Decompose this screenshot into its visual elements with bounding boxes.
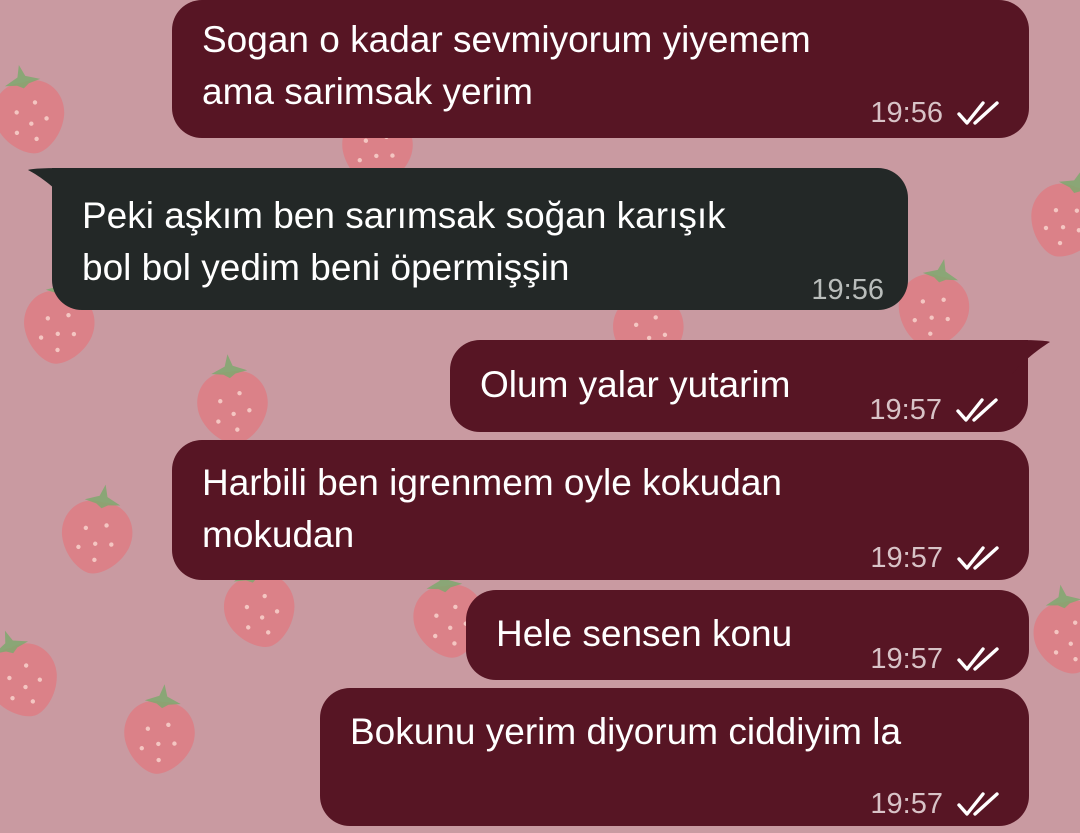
double-check-icon <box>957 792 999 816</box>
message-time: 19:57 <box>870 542 943 574</box>
double-check-icon <box>956 398 998 422</box>
message-text-line: Sogan o kadar sevmiyorum yiyemem <box>202 19 811 60</box>
strawberry-icon <box>55 478 141 580</box>
double-check-icon <box>957 101 999 125</box>
strawberry-icon <box>1025 578 1080 680</box>
strawberry-icon <box>1020 159 1080 267</box>
message-text-line: Peki aşkım ben sarımsak soğan karışık <box>82 195 726 236</box>
strawberry-icon <box>0 57 73 161</box>
message-text-line: Olum yalar yutarim <box>480 364 791 405</box>
message-bubble-outgoing[interactable]: Hele sensen konu 19:57 <box>466 590 1029 680</box>
message-text-line: ama sarimsak yerim <box>202 71 533 112</box>
message-text-line: Harbili ben igrenmem oyle kokudan <box>202 462 782 503</box>
message-text-line: bol bol yedim beni öpermişşin <box>82 247 570 288</box>
message-text-line: Hele sensen konu <box>496 613 793 654</box>
bubble-tail <box>1012 340 1050 374</box>
message-text-line: mokudan <box>202 514 355 555</box>
message-bubble-incoming[interactable]: Peki aşkım ben sarımsak soğan karışık bo… <box>52 168 908 310</box>
message-bubble-outgoing[interactable]: Olum yalar yutarim 19:57 <box>450 340 1028 432</box>
message-time: 19:57 <box>870 643 943 675</box>
message-bubble-outgoing[interactable]: Bokunu yerim diyorum ciddiyim la 19:57 <box>320 688 1029 826</box>
strawberry-icon <box>0 618 69 728</box>
message-time: 19:57 <box>870 788 943 820</box>
double-check-icon <box>957 647 999 671</box>
message-time: 19:56 <box>870 97 943 129</box>
strawberry-icon <box>192 350 272 448</box>
message-text-line: Bokunu yerim diyorum ciddiyim la <box>350 711 902 752</box>
message-bubble-outgoing[interactable]: Harbili ben igrenmem oyle kokudan mokuda… <box>172 440 1029 580</box>
message-time: 19:57 <box>869 394 942 426</box>
message-bubble-outgoing[interactable]: Sogan o kadar sevmiyorum yiyemem ama sar… <box>172 0 1029 138</box>
strawberry-icon <box>120 680 200 778</box>
message-time: 19:56 <box>811 274 884 306</box>
double-check-icon <box>957 546 999 570</box>
